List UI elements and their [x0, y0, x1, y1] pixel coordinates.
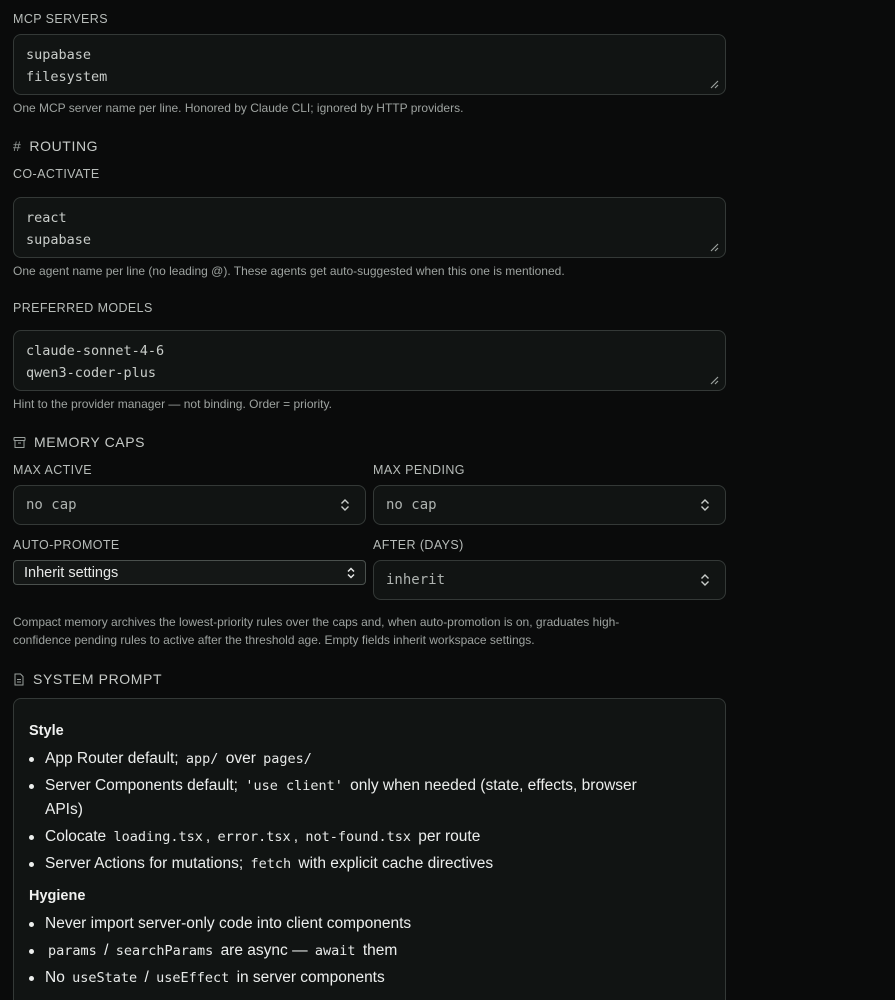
- auto-promote-select[interactable]: Inherit settings: [13, 560, 366, 585]
- preferred-models-hint: Hint to the provider manager — not bindi…: [13, 397, 332, 411]
- agent-line: react: [26, 210, 67, 226]
- preferred-models-label: PREFERRED MODELS: [13, 301, 153, 315]
- after-days-label: AFTER (DAYS): [373, 538, 464, 552]
- hygiene-heading: Hygiene: [29, 888, 86, 904]
- list-item: Colocate loading.tsx, error.tsx, not-fou…: [29, 825, 710, 849]
- model-line: claude-sonnet-4-6: [26, 343, 165, 359]
- list-item: App Router default; app/ over pages/: [29, 747, 710, 771]
- document-icon: [14, 673, 24, 685]
- co-activate-label: CO-ACTIVATE: [13, 167, 100, 181]
- co-activate-textarea[interactable]: react supabase: [13, 197, 726, 258]
- model-line: qwen3-coder-plus: [26, 365, 157, 381]
- archive-icon: [13, 436, 26, 448]
- mcp-server-line: filesystem: [26, 69, 108, 85]
- stepper-icon[interactable]: [337, 497, 353, 513]
- auto-promote-label: AUTO-PROMOTE: [13, 538, 120, 552]
- list-item: params / searchParams are async — await …: [29, 939, 710, 963]
- list-item: Server Components default; 'use client' …: [29, 774, 710, 822]
- max-active-label: MAX ACTIVE: [13, 463, 93, 477]
- routing-section-title: # ROUTING: [13, 138, 99, 154]
- memory-caps-section-title: MEMORY CAPS: [13, 434, 145, 450]
- chevron-up-down-icon: [347, 566, 355, 579]
- list-item: No useState / useEffect in server compon…: [29, 966, 710, 990]
- resize-grip-icon[interactable]: [709, 375, 719, 385]
- after-days-input[interactable]: inherit: [373, 560, 726, 600]
- style-heading: Style: [29, 723, 64, 739]
- hash-icon: #: [13, 138, 22, 154]
- system-prompt-editor[interactable]: Style App Router default; app/ over page…: [13, 698, 726, 1000]
- system-prompt-section-title: SYSTEM PROMPT: [13, 671, 162, 687]
- mcp-server-line: supabase: [26, 47, 92, 63]
- mcp-servers-label: MCP SERVERS: [13, 12, 108, 26]
- mcp-servers-textarea[interactable]: supabase filesystem: [13, 34, 726, 95]
- resize-grip-icon[interactable]: [709, 242, 719, 252]
- co-activate-hint: One agent name per line (no leading @). …: [13, 264, 565, 278]
- preferred-models-textarea[interactable]: claude-sonnet-4-6 qwen3-coder-plus: [13, 330, 726, 391]
- memory-caps-hint: Compact memory archives the lowest-prior…: [13, 615, 620, 647]
- resize-grip-icon[interactable]: [709, 79, 719, 89]
- list-item: Never import server-only code into clien…: [29, 912, 710, 936]
- agent-line: supabase: [26, 232, 92, 248]
- max-pending-input[interactable]: no cap: [373, 485, 726, 525]
- list-item: Server Actions for mutations; fetch with…: [29, 852, 710, 876]
- max-pending-label: MAX PENDING: [373, 463, 465, 477]
- hygiene-list: Never import server-only code into clien…: [29, 912, 710, 990]
- stepper-icon[interactable]: [697, 497, 713, 513]
- stepper-icon[interactable]: [697, 572, 713, 588]
- style-list: App Router default; app/ over pages/ Ser…: [29, 747, 710, 876]
- mcp-servers-hint: One MCP server name per line. Honored by…: [13, 101, 464, 115]
- max-active-input[interactable]: no cap: [13, 485, 366, 525]
